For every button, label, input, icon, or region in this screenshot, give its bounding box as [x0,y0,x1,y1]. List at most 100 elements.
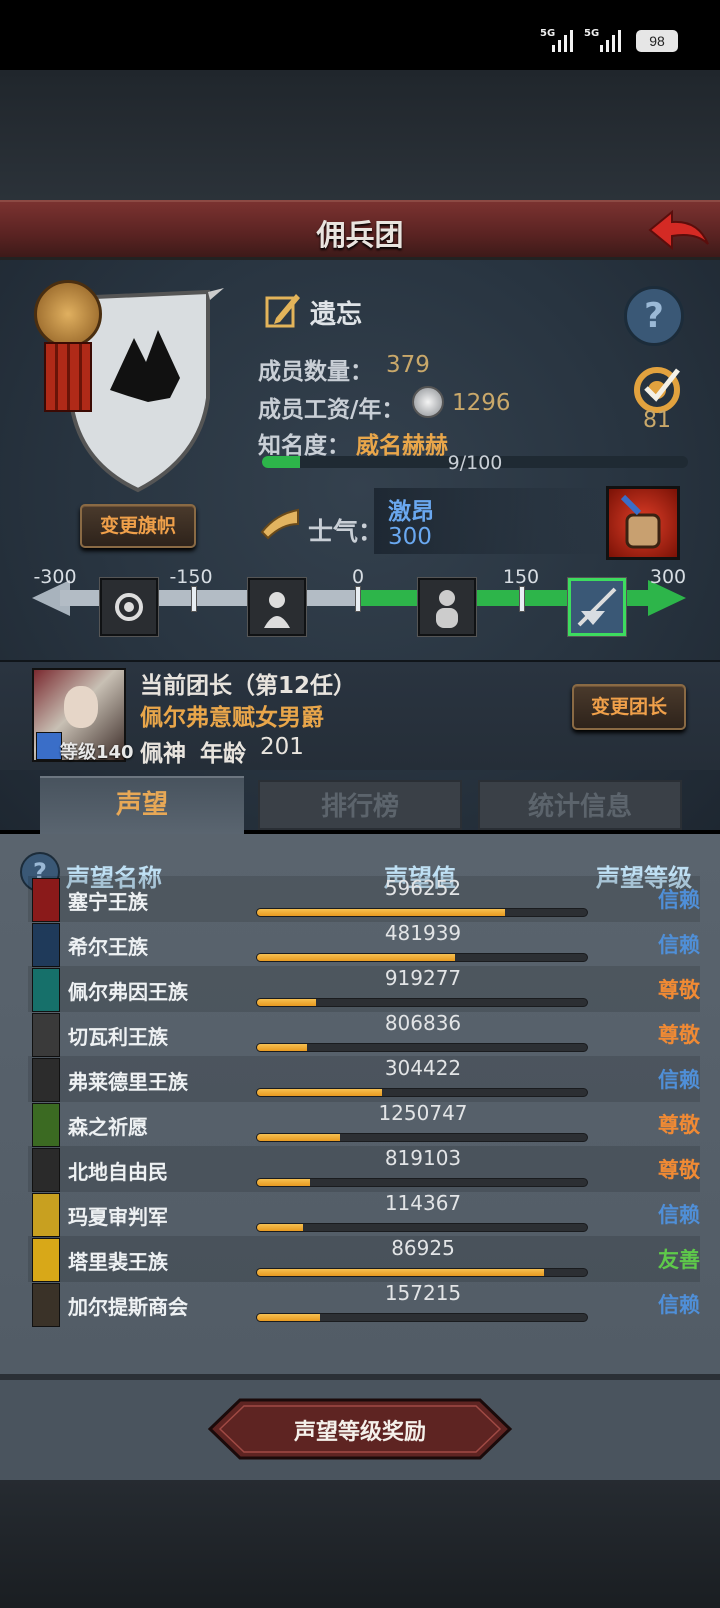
reputation-value: 596252 [384,876,462,900]
mood-calm-icon[interactable] [418,578,476,636]
track-label: 0 [351,566,365,588]
reputation-level: 尊敬 [658,1023,700,1047]
tab-statistics[interactable]: 统计信息 [478,780,682,830]
mood-sad-icon[interactable] [248,578,306,636]
reputation-progress-bar [256,908,588,917]
table-row[interactable]: 希尔王族 481939 信赖 [28,921,700,967]
faction-name: 切瓦利王族 [68,1025,168,1049]
reputation-progress-fill [257,1134,340,1141]
reputation-progress-fill [257,1044,307,1051]
morale-state: 激昂 [388,499,434,525]
reputation-progress-fill [257,1314,320,1321]
salary-value: 1296 [452,390,511,416]
reputation-level: 信赖 [658,933,700,957]
rank-ribbon [44,342,92,412]
members-label: 成员数量： [258,359,373,385]
morale-label: 士气： [308,517,384,546]
table-row[interactable]: 佩尔弗因王族 919277 尊敬 [28,966,700,1012]
table-row[interactable]: 森之祈愿 1250747 尊敬 [28,1101,700,1147]
reputation-level: 尊敬 [658,1158,700,1182]
bottom-backdrop [0,1480,720,1608]
faction-flag-icon [32,1013,60,1057]
faction-flag-icon [32,1193,60,1237]
faction-name: 塞宁王族 [68,890,148,914]
change-leader-button[interactable]: 变更团长 [572,684,686,730]
table-row[interactable]: 玛夏审判军 114367 信赖 [28,1191,700,1237]
leader-weapon-icon [36,732,62,760]
track-label: -300 [33,566,77,588]
table-row[interactable]: 北地自由民 819103 尊敬 [28,1146,700,1192]
table-row[interactable]: 弗莱德里王族 304422 信赖 [28,1056,700,1102]
tab-ranking[interactable]: 排行榜 [258,780,462,830]
reputation-progress-fill [257,1269,545,1276]
title-bar: 佣兵团 [0,200,720,260]
faction-flag-icon [32,1238,60,1282]
reputation-level: 尊敬 [658,1113,700,1137]
mood-inspired-icon[interactable] [568,578,626,636]
reputation-progress-bar [256,1043,588,1052]
mood-despair-icon[interactable] [100,578,158,636]
reputation-progress-fill [257,954,455,961]
reputation-value: 1250747 [378,1101,468,1125]
faction-flag-icon [32,1058,60,1102]
reputation-level: 信赖 [658,1293,700,1317]
track-tick [519,586,525,612]
signal-icon-1 [550,30,576,52]
leader-name: 佩尔弗意赋女男爵 [140,705,324,731]
badge-value: 81 [643,408,671,433]
reputation-value: 304422 [384,1056,462,1080]
reputation-progress-fill [257,909,505,916]
faction-flag-icon [32,1148,60,1192]
reputation-progress-fill [257,1089,383,1096]
help-icon[interactable]: ? [624,286,684,346]
faction-name: 希尔王族 [68,935,148,959]
reputation-progress-fill [257,1224,304,1231]
back-button[interactable] [646,208,712,258]
company-banner[interactable] [30,278,230,493]
reputation-progress-fill [257,999,317,1006]
table-row[interactable]: 切瓦利王族 806836 尊敬 [28,1011,700,1057]
track-label: -150 [169,566,213,588]
signal-icon-2 [598,30,624,52]
reputation-value: 481939 [384,921,462,945]
back-arrow-icon [648,209,709,251]
table-row[interactable]: 塔里裴王族 86925 友善 [28,1236,700,1282]
leader-face-icon [64,686,98,728]
reputation-progress-bar [256,1178,588,1187]
morale-horn-icon [258,506,302,542]
reputation-value: 157215 [384,1281,462,1305]
reputation-value: 819103 [384,1146,462,1170]
reputation-value: 919277 [384,966,462,990]
reputation-progress-bar [256,1088,588,1097]
page-title: 佣兵团 [316,218,404,252]
table-row[interactable]: 塞宁王族 596252 信赖 [28,876,700,922]
leader-title: 当前团长（第12任） [140,673,357,699]
salary-label: 成员工资/年： [258,397,405,423]
faction-flag-icon [32,1103,60,1147]
battery-indicator: 98 [636,30,678,52]
target-badge-icon[interactable] [628,364,686,414]
reputation-level: 信赖 [658,1203,700,1227]
table-row[interactable]: 加尔提斯商会 157215 信赖 [28,1281,700,1327]
track-tick [191,586,197,612]
reputation-level: 信赖 [658,1068,700,1092]
top-backdrop [0,70,720,200]
reputation-progress-bar [256,1223,588,1232]
morale-event-icon[interactable] [606,486,680,560]
reputation-value: 86925 [391,1236,455,1260]
tab-reputation[interactable]: 声望 [40,776,244,834]
faction-name: 佩尔弗因王族 [68,980,188,1004]
faction-name: 北地自由民 [68,1160,168,1184]
reputation-progress-fill [257,1179,310,1186]
faction-name: 玛夏审判军 [68,1205,168,1229]
track-label: 150 [502,566,540,588]
fame-progress-text: 9/100 [447,452,503,474]
silver-coin-icon [412,386,444,418]
reputation-progress-bar [256,1313,588,1322]
reputation-progress-bar [256,1133,588,1142]
reputation-reward-button[interactable]: 声望等级奖励 [206,1398,514,1460]
edit-name-icon[interactable] [264,290,302,330]
reputation-level: 尊敬 [658,978,700,1002]
faction-flag-icon [32,923,60,967]
change-flag-button[interactable]: 变更旗帜 [80,504,196,548]
